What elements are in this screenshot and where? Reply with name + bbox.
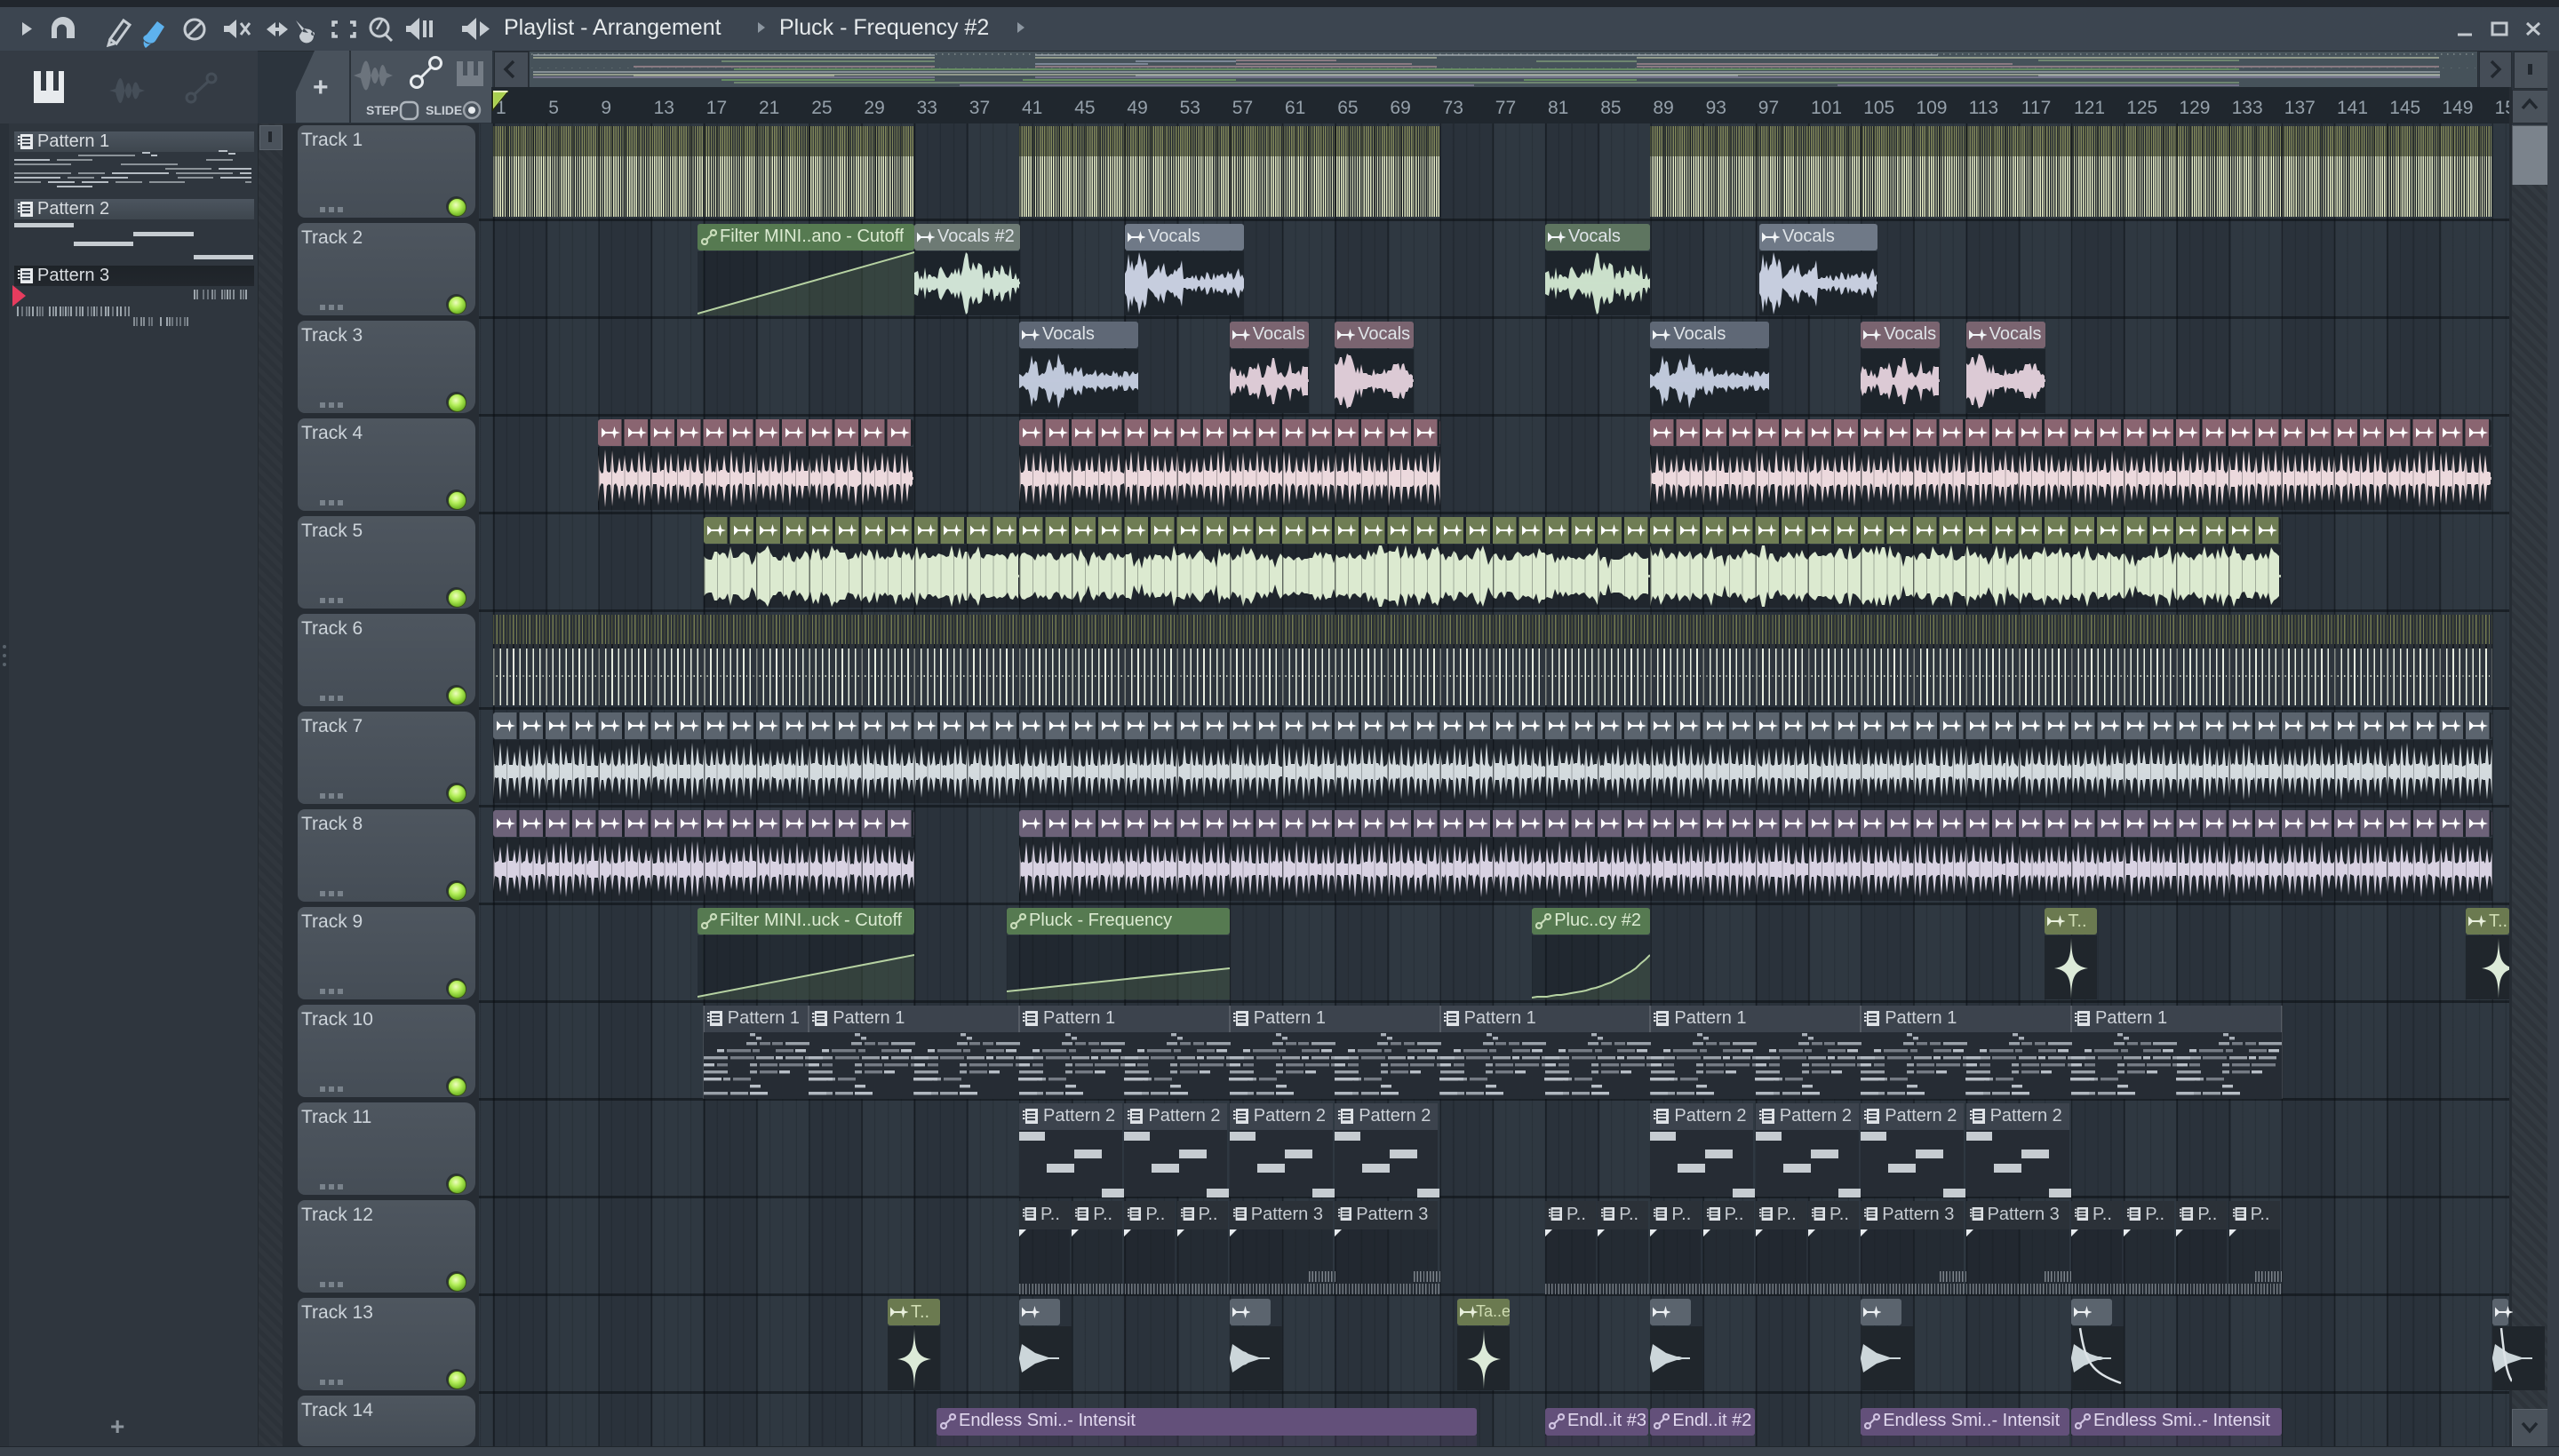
svg-text:STEP: STEP: [366, 103, 399, 117]
svg-text:SLIDE: SLIDE: [426, 103, 462, 117]
